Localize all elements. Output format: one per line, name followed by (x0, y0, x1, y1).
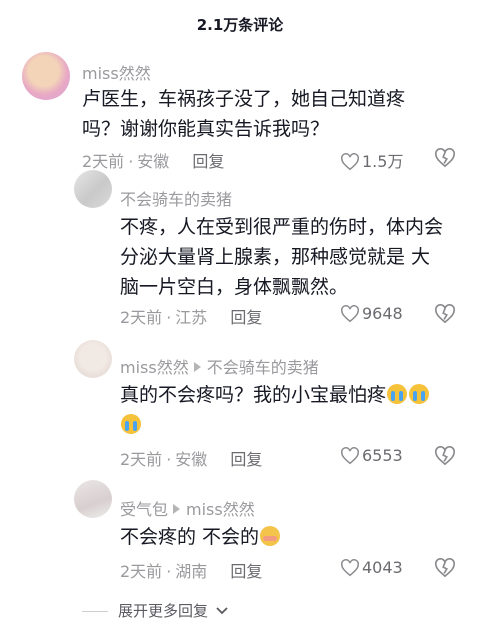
comment-location: 江苏 (175, 308, 208, 327)
crying-emoji-icon (409, 384, 430, 404)
like-button[interactable]: 6553 (340, 446, 403, 465)
like-button[interactable]: 1.5万 (340, 148, 403, 172)
expand-more-replies[interactable]: 展开更多回复 (82, 600, 229, 621)
author-name[interactable]: miss然然 (120, 358, 189, 377)
chevron-down-icon (216, 607, 228, 615)
like-count: 9648 (362, 304, 403, 323)
divider-line (82, 611, 108, 612)
comment-text: 卢医生，车祸孩子没了，她自己知道疼 吗？谢谢你能真实告诉我吗？ (82, 88, 406, 140)
comments-count-title: 2.1万条评论 (196, 16, 284, 34)
comment-time: 2天前 (82, 152, 125, 171)
expand-more-label: 展开更多回复 (118, 602, 209, 620)
dislike-icon[interactable] (434, 148, 456, 168)
reply-button[interactable]: 回复 (192, 152, 224, 171)
reply-arrow-icon (173, 504, 181, 514)
crying-emoji-icon (121, 414, 141, 434)
comment-time: 2天前 (120, 308, 163, 327)
reply-arrow-icon (193, 362, 201, 372)
avatar[interactable] (74, 170, 112, 208)
comment-location: 安徽 (137, 152, 170, 171)
reply-to-name[interactable]: 不会骑车的卖猪 (207, 358, 319, 377)
avatar[interactable] (22, 52, 70, 100)
like-count: 1.5万 (362, 152, 404, 171)
avatar[interactable] (74, 340, 112, 378)
comment-time: 2天前 (120, 450, 163, 469)
heart-icon (341, 153, 359, 171)
reply-button[interactable]: 回复 (230, 562, 262, 581)
reply-button[interactable]: 回复 (230, 450, 262, 469)
comment-location: 安徽 (175, 450, 208, 469)
heart-icon (341, 447, 359, 465)
comment-location: 湖南 (175, 562, 208, 581)
like-button[interactable]: 4043 (340, 558, 403, 577)
author-name[interactable]: miss然然 (82, 64, 151, 83)
like-count: 6553 (362, 446, 403, 465)
shy-emoji-icon (260, 526, 281, 546)
reply-to-name[interactable]: miss然然 (186, 500, 255, 519)
comment-text: 真的不会疼吗？我的小宝最怕疼 (120, 380, 470, 440)
heart-icon (341, 305, 359, 323)
author-name[interactable]: 不会骑车的卖猪 (120, 190, 232, 209)
dislike-icon[interactable] (434, 304, 456, 324)
comment-time: 2天前 (120, 562, 163, 581)
author-name[interactable]: 受气包 (120, 500, 168, 519)
comment-text: 不会疼的 不会的 (120, 522, 470, 552)
comment-text: 不疼，人在受到很严重的伤时，体内会 分泌大量肾上腺素，那种感觉就是 大 脑一片空… (120, 216, 444, 298)
like-button[interactable]: 9648 (340, 304, 403, 323)
like-count: 4043 (362, 558, 403, 577)
reply-button[interactable]: 回复 (230, 308, 262, 327)
heart-icon (341, 559, 359, 577)
dislike-icon[interactable] (434, 558, 456, 578)
avatar[interactable] (74, 480, 112, 518)
crying-emoji-icon (387, 384, 408, 404)
dislike-icon[interactable] (434, 446, 456, 466)
